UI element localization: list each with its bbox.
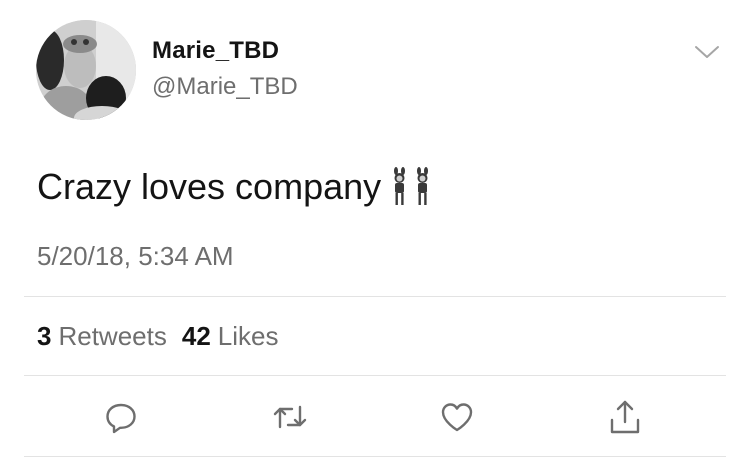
reply-button[interactable] <box>102 398 140 436</box>
divider <box>24 375 726 376</box>
retweets-count: 3 <box>37 321 52 351</box>
like-button[interactable] <box>438 398 476 436</box>
tweet-text: Crazy loves company <box>37 165 433 209</box>
divider <box>24 456 726 457</box>
heart-icon <box>441 403 473 432</box>
tweet-timestamp: 5/20/18, 5:34 AM <box>37 241 234 271</box>
tweet-stats: 3 Retweets 42 Likes <box>37 320 278 352</box>
retweets-stat[interactable]: 3 Retweets <box>37 320 167 352</box>
women-with-bunny-ears-emoji-icon <box>389 167 433 207</box>
speech-bubble-icon <box>106 403 136 434</box>
display-name[interactable]: Marie_TBD <box>152 36 279 66</box>
retweet-arrows-icon <box>273 405 307 429</box>
retweets-label: Retweets <box>58 321 167 351</box>
user-handle[interactable]: @Marie_TBD <box>152 72 298 102</box>
retweet-button[interactable] <box>271 398 309 436</box>
share-button[interactable] <box>606 398 644 436</box>
tweet-text-content: Crazy loves company <box>37 166 382 207</box>
share-up-arrow-icon <box>610 400 640 434</box>
likes-label: Likes <box>217 321 279 351</box>
likes-stat[interactable]: 42 Likes <box>182 320 279 352</box>
avatar-photo-icon <box>36 20 136 120</box>
avatar[interactable] <box>36 20 136 120</box>
divider <box>24 296 726 297</box>
likes-count: 42 <box>181 321 211 351</box>
chevron-down-icon[interactable] <box>692 40 722 64</box>
tweet-detail: Marie_TBD @Marie_TBD Crazy loves company <box>0 0 750 461</box>
